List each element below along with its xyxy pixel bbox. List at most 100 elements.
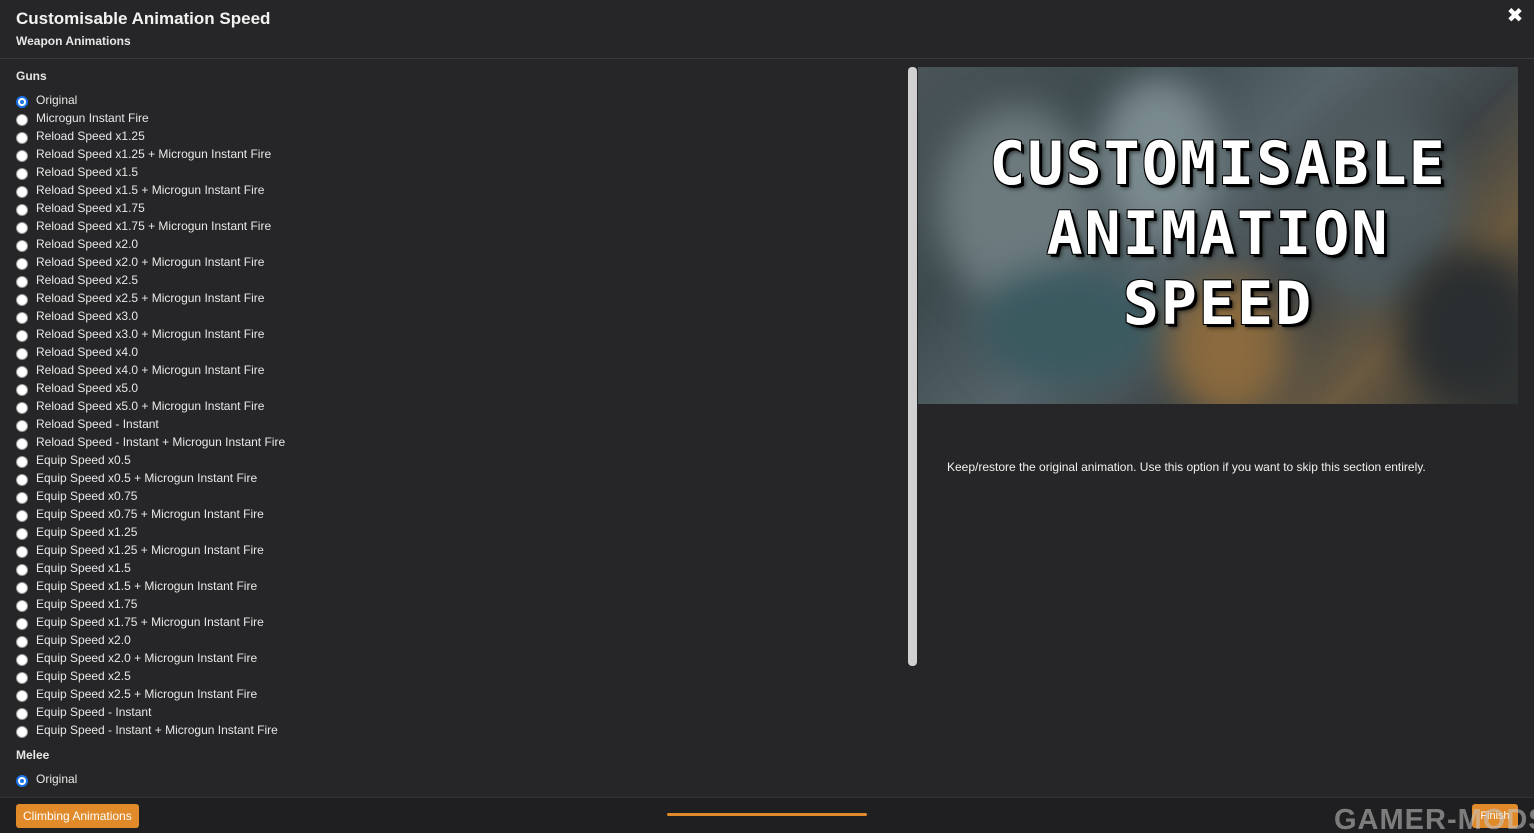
radio-unchecked-icon[interactable] bbox=[16, 221, 28, 234]
radio-option[interactable]: Equip Speed x0.5 + Microgun Instant Fire bbox=[16, 469, 285, 487]
radio-option-label: Equip Speed x0.5 + Microgun Instant Fire bbox=[36, 471, 258, 485]
radio-unchecked-icon[interactable] bbox=[16, 383, 28, 396]
radio-option-label: Equip Speed x1.25 bbox=[36, 525, 138, 539]
radio-option[interactable]: Equip Speed x1.25 bbox=[16, 523, 285, 541]
radio-unchecked-icon[interactable] bbox=[16, 635, 28, 648]
radio-unchecked-icon[interactable] bbox=[16, 473, 28, 486]
radio-option-label: Equip Speed x2.0 bbox=[36, 633, 131, 647]
radio-option[interactable]: Reload Speed x3.0 + Microgun Instant Fir… bbox=[16, 325, 285, 343]
radio-option-label: Equip Speed x1.5 bbox=[36, 561, 131, 575]
radio-option[interactable]: Original bbox=[16, 91, 285, 109]
close-icon[interactable]: ✖ bbox=[1504, 5, 1526, 27]
radio-unchecked-icon[interactable] bbox=[16, 131, 28, 144]
radio-option[interactable]: Reload Speed x4.0 + Microgun Instant Fir… bbox=[16, 361, 285, 379]
melee-option-list: Original bbox=[16, 770, 77, 788]
radio-option[interactable]: Equip Speed x1.5 bbox=[16, 559, 285, 577]
radio-option[interactable]: Reload Speed x1.75 bbox=[16, 199, 285, 217]
radio-unchecked-icon[interactable] bbox=[16, 347, 28, 360]
radio-option-label: Equip Speed - Instant bbox=[36, 705, 152, 719]
radio-option[interactable]: Equip Speed x2.0 + Microgun Instant Fire bbox=[16, 649, 285, 667]
radio-option[interactable]: Equip Speed x2.5 + Microgun Instant Fire bbox=[16, 685, 285, 703]
radio-checked-icon[interactable] bbox=[16, 774, 28, 787]
radio-option[interactable]: Reload Speed x2.0 + Microgun Instant Fir… bbox=[16, 253, 285, 271]
radio-option-label: Equip Speed x1.5 + Microgun Instant Fire bbox=[36, 579, 258, 593]
radio-unchecked-icon[interactable] bbox=[16, 437, 28, 450]
radio-option[interactable]: Equip Speed - Instant + Microgun Instant… bbox=[16, 721, 285, 739]
radio-unchecked-icon[interactable] bbox=[16, 617, 28, 630]
radio-option[interactable]: Reload Speed x5.0 bbox=[16, 379, 285, 397]
scrollbar-thumb[interactable] bbox=[908, 67, 917, 666]
radio-unchecked-icon[interactable] bbox=[16, 419, 28, 432]
radio-unchecked-icon[interactable] bbox=[16, 671, 28, 684]
radio-option-label: Equip Speed x1.75 + Microgun Instant Fir… bbox=[36, 615, 264, 629]
preview-image: CUSTOMISABLE ANIMATION SPEED bbox=[918, 67, 1518, 404]
radio-unchecked-icon[interactable] bbox=[16, 581, 28, 594]
radio-unchecked-icon[interactable] bbox=[16, 149, 28, 162]
dialog-subtitle: Weapon Animations bbox=[16, 34, 131, 48]
radio-option[interactable]: Equip Speed x2.5 bbox=[16, 667, 285, 685]
options-scrollbar[interactable] bbox=[908, 67, 917, 666]
radio-unchecked-icon[interactable] bbox=[16, 455, 28, 468]
radio-option[interactable]: Equip Speed x0.5 bbox=[16, 451, 285, 469]
radio-option-label: Reload Speed x4.0 bbox=[36, 345, 139, 359]
group-label-melee: Melee bbox=[16, 748, 50, 762]
group-label-guns: Guns bbox=[16, 69, 47, 83]
radio-unchecked-icon[interactable] bbox=[16, 401, 28, 414]
radio-unchecked-icon[interactable] bbox=[16, 599, 28, 612]
radio-option[interactable]: Reload Speed - Instant + Microgun Instan… bbox=[16, 433, 285, 451]
radio-option[interactable]: Equip Speed x1.5 + Microgun Instant Fire bbox=[16, 577, 285, 595]
radio-option-label: Reload Speed x2.0 + Microgun Instant Fir… bbox=[36, 255, 265, 269]
radio-unchecked-icon[interactable] bbox=[16, 563, 28, 576]
radio-option[interactable]: Equip Speed x0.75 + Microgun Instant Fir… bbox=[16, 505, 285, 523]
radio-option-label: Reload Speed x3.0 bbox=[36, 309, 139, 323]
radio-unchecked-icon[interactable] bbox=[16, 491, 28, 504]
radio-unchecked-icon[interactable] bbox=[16, 239, 28, 252]
radio-option[interactable]: Microgun Instant Fire bbox=[16, 109, 285, 127]
radio-option[interactable]: Reload Speed x2.5 bbox=[16, 271, 285, 289]
radio-unchecked-icon[interactable] bbox=[16, 329, 28, 342]
radio-unchecked-icon[interactable] bbox=[16, 203, 28, 216]
radio-option[interactable]: Reload Speed x1.25 bbox=[16, 127, 285, 145]
radio-option-label: Reload Speed x1.25 + Microgun Instant Fi… bbox=[36, 147, 272, 161]
radio-option[interactable]: Reload Speed x2.0 bbox=[16, 235, 285, 253]
radio-option[interactable]: Original bbox=[16, 770, 77, 788]
radio-option[interactable]: Reload Speed x4.0 bbox=[16, 343, 285, 361]
radio-option-label: Reload Speed x1.5 + Microgun Instant Fir… bbox=[36, 183, 265, 197]
radio-option-label: Reload Speed x2.5 bbox=[36, 273, 139, 287]
radio-unchecked-icon[interactable] bbox=[16, 167, 28, 180]
radio-unchecked-icon[interactable] bbox=[16, 653, 28, 666]
radio-option[interactable]: Equip Speed x1.25 + Microgun Instant Fir… bbox=[16, 541, 285, 559]
radio-option-label: Reload Speed x2.0 bbox=[36, 237, 139, 251]
dialog-title: Customisable Animation Speed bbox=[16, 9, 271, 28]
back-button[interactable]: Climbing Animations bbox=[16, 804, 139, 828]
radio-option[interactable]: Equip Speed - Instant bbox=[16, 703, 285, 721]
radio-unchecked-icon[interactable] bbox=[16, 365, 28, 378]
radio-unchecked-icon[interactable] bbox=[16, 275, 28, 288]
radio-unchecked-icon[interactable] bbox=[16, 545, 28, 558]
radio-unchecked-icon[interactable] bbox=[16, 257, 28, 270]
radio-unchecked-icon[interactable] bbox=[16, 689, 28, 702]
radio-option[interactable]: Equip Speed x1.75 bbox=[16, 595, 285, 613]
radio-unchecked-icon[interactable] bbox=[16, 725, 28, 738]
radio-option[interactable]: Reload Speed x5.0 + Microgun Instant Fir… bbox=[16, 397, 285, 415]
radio-unchecked-icon[interactable] bbox=[16, 311, 28, 324]
radio-option-label: Equip Speed x2.5 bbox=[36, 669, 131, 683]
radio-option[interactable]: Reload Speed x2.5 + Microgun Instant Fir… bbox=[16, 289, 285, 307]
radio-option[interactable]: Reload Speed x1.25 + Microgun Instant Fi… bbox=[16, 145, 285, 163]
radio-option[interactable]: Reload Speed x1.75 + Microgun Instant Fi… bbox=[16, 217, 285, 235]
radio-option[interactable]: Equip Speed x2.0 bbox=[16, 631, 285, 649]
radio-checked-icon[interactable] bbox=[16, 95, 28, 108]
radio-option[interactable]: Equip Speed x0.75 bbox=[16, 487, 285, 505]
radio-unchecked-icon[interactable] bbox=[16, 293, 28, 306]
radio-unchecked-icon[interactable] bbox=[16, 509, 28, 522]
radio-unchecked-icon[interactable] bbox=[16, 113, 28, 126]
radio-unchecked-icon[interactable] bbox=[16, 707, 28, 720]
radio-option[interactable]: Reload Speed - Instant bbox=[16, 415, 285, 433]
radio-option[interactable]: Reload Speed x1.5 bbox=[16, 163, 285, 181]
radio-option[interactable]: Reload Speed x1.5 + Microgun Instant Fir… bbox=[16, 181, 285, 199]
dialog-footer: Climbing Animations Finish bbox=[0, 797, 1534, 833]
radio-option[interactable]: Reload Speed x3.0 bbox=[16, 307, 285, 325]
radio-option[interactable]: Equip Speed x1.75 + Microgun Instant Fir… bbox=[16, 613, 285, 631]
radio-unchecked-icon[interactable] bbox=[16, 527, 28, 540]
radio-unchecked-icon[interactable] bbox=[16, 185, 28, 198]
